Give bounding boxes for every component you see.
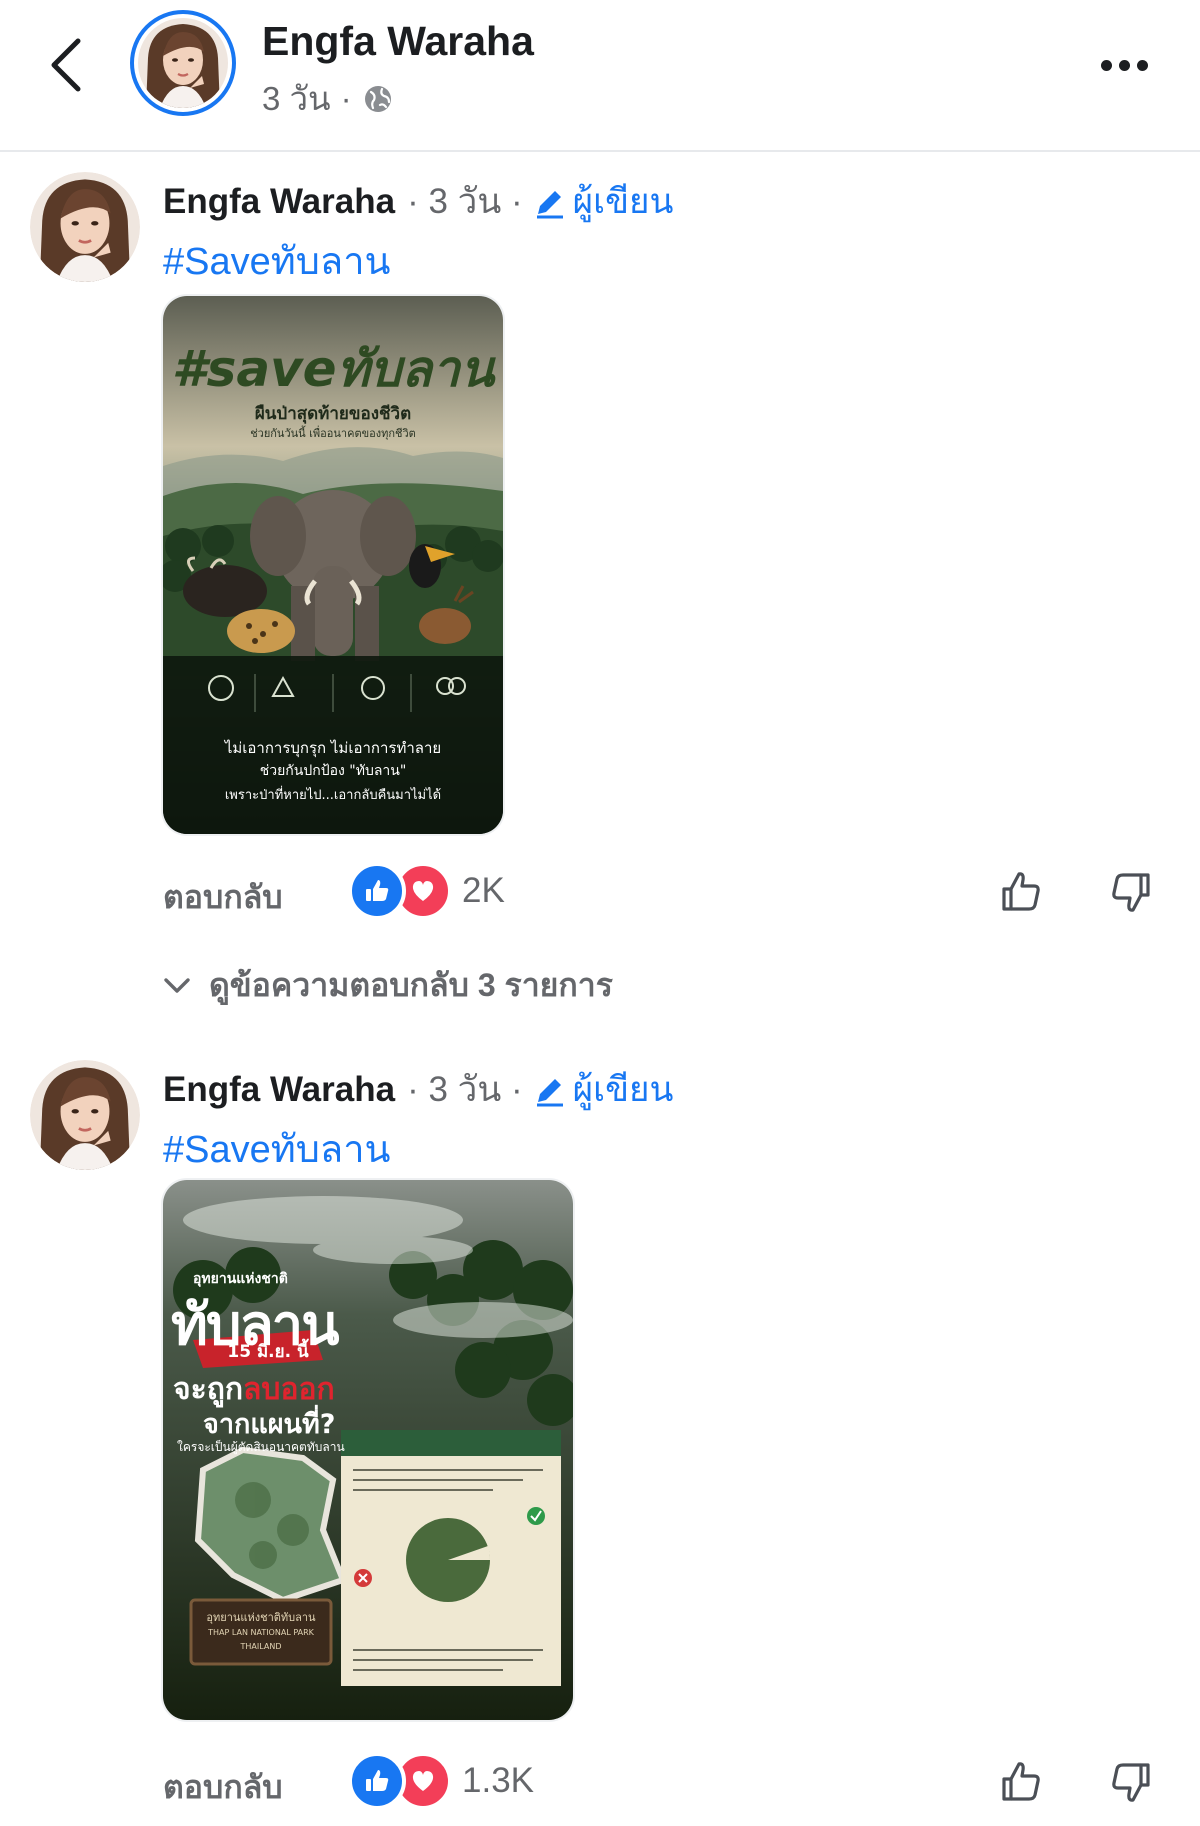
poster-footer-1: ไม่เอาการบุกรุก ไม่เอาการทำลาย [224, 739, 442, 757]
back-button[interactable] [38, 30, 94, 100]
comment-author-name[interactable]: Engfa Waraha [163, 182, 395, 222]
post-header: Engfa Waraha 3 วัน · [0, 0, 1200, 152]
downvote-button[interactable] [1103, 864, 1159, 920]
poster-headline: #saveทับลาน [163, 330, 503, 409]
comment-actions: ตอบกลับ 1.3K [163, 1752, 1163, 1812]
chevron-down-icon [164, 977, 190, 993]
heart-icon [412, 1771, 434, 1791]
comment-item: Engfa Waraha · 3 วัน · ผู้เขียน #Saveทับ… [0, 172, 1200, 920]
author-badge: ผู้เขียน [533, 174, 674, 229]
comment-time: · 3 วัน · [407, 182, 523, 221]
author-badge-label: ผู้เขียน [572, 1070, 674, 1109]
poster-sign-2: THAP LAN NATIONAL PARK [208, 1628, 314, 1637]
poster-line-3: ใครจะเป็นผู้ตัดสินอนาคตทับลาน [177, 1440, 345, 1454]
comment-header: Engfa Waraha · 3 วัน · ผู้เขียน [163, 1062, 673, 1117]
heart-icon [412, 881, 434, 901]
comment-avatar[interactable] [30, 1060, 140, 1170]
reaction-count: 1.3K [462, 1761, 534, 1800]
avatar-image [138, 18, 228, 108]
comment-header: Engfa Waraha · 3 วัน · ผู้เขียน [163, 174, 673, 229]
poster-subtitle-1: ผืนป่าสุดท้ายของชีวิต [254, 404, 412, 424]
reply-button[interactable]: ตอบกลับ [163, 872, 283, 923]
like-reaction-icon [348, 862, 406, 920]
more-dot-icon [1100, 59, 1112, 71]
poster-headline-latin: #save [171, 340, 337, 398]
thumbs-up-icon [366, 1770, 389, 1791]
reaction-summary[interactable]: 2K [348, 862, 505, 920]
header-meta: 3 วัน · [262, 72, 394, 125]
header-time: 3 วัน [262, 80, 331, 117]
avatar-image [30, 172, 140, 282]
like-reaction-icon [348, 1752, 406, 1810]
comment-actions: ตอบกลับ 2K [163, 862, 1163, 922]
upvote-button[interactable] [993, 1754, 1049, 1810]
downvote-button[interactable] [1103, 1754, 1159, 1810]
comment-time: · 3 วัน · [407, 1070, 523, 1109]
poster-headline-thai: ทับลาน [336, 340, 495, 398]
comment-image[interactable]: อุทยานแห่งชาติ ทับลาน 15 มิ.ย. นี้ จะถูก… [163, 1180, 573, 1720]
comment-item: Engfa Waraha · 3 วัน · ผู้เขียน #Saveทับ… [0, 1060, 1200, 1820]
poster-sign-3: THAILAND [240, 1642, 282, 1651]
comment-image[interactable]: #saveทับลาน ผืนป่าสุดท้ายของชีวิต ช่วยกั… [163, 296, 503, 834]
avatar-image [30, 1060, 140, 1170]
poster-footer-3: เพราะป่าที่หายไป...เอากลับคืนมาไม่ได้ [224, 788, 442, 803]
more-options-button[interactable] [1088, 40, 1160, 90]
author-badge-label: ผู้เขียน [572, 182, 674, 221]
poster-subtitle-2: ช่วยกันวันนี้ เพื่ออนาคตของทุกชีวิต [250, 427, 416, 440]
view-replies-label: ดูข้อความตอบกลับ 3 รายการ [209, 967, 613, 1003]
more-dot-icon [1136, 59, 1148, 71]
comment-author-name[interactable]: Engfa Waraha [163, 1070, 395, 1110]
pencil-icon [536, 190, 563, 218]
pencil-icon [536, 1078, 563, 1106]
comment-avatar[interactable] [30, 172, 140, 282]
header-separator: · [340, 79, 352, 117]
hashtag-link[interactable]: #Saveทับลาน [163, 230, 391, 291]
upvote-button[interactable] [993, 864, 1049, 920]
chevron-left-icon [51, 38, 81, 92]
view-replies-button[interactable]: ดูข้อความตอบกลับ 3 รายการ [163, 960, 613, 1011]
author-badge: ผู้เขียน [533, 1062, 674, 1117]
poster-footer-2: ช่วยกันปกป้อง "ทับลาน" [259, 763, 407, 779]
thumbs-up-icon [366, 880, 389, 901]
more-dot-icon [1118, 59, 1130, 71]
thumbs-up-outline-icon [1002, 872, 1040, 911]
header-avatar[interactable] [130, 10, 236, 116]
reaction-summary[interactable]: 1.3K [348, 1752, 534, 1810]
header-author-name[interactable]: Engfa Waraha [262, 18, 534, 65]
thumbs-down-outline-icon [1112, 873, 1150, 912]
reaction-count: 2K [462, 871, 505, 910]
poster-date-banner: 15 มิ.ย. นี้ [227, 1342, 309, 1362]
thumbs-up-outline-icon [1002, 1762, 1040, 1801]
globe-icon [364, 85, 391, 112]
reply-button[interactable]: ตอบกลับ [163, 1762, 283, 1813]
thumbs-down-outline-icon [1112, 1763, 1150, 1802]
poster-sign-1: อุทยานแห่งชาติทับลาน [206, 1611, 316, 1624]
hashtag-link[interactable]: #Saveทับลาน [163, 1118, 391, 1179]
